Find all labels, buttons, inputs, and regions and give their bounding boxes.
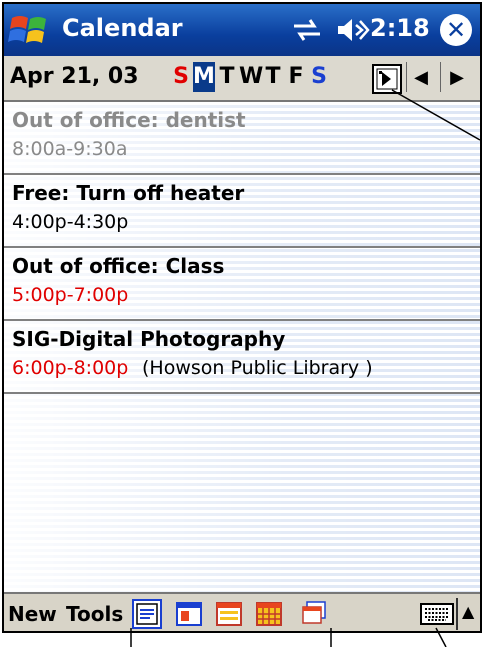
app-title: Calendar	[62, 14, 183, 42]
appointment-location: (Howson Public Library )	[142, 357, 373, 379]
day-thursday[interactable]: T	[262, 62, 284, 92]
date-navigation-bar: Apr 21, 03 S M T W T F S ◀ ▶	[4, 56, 480, 102]
title-bar: Calendar 2:18 ✕	[4, 4, 480, 56]
input-panel-toggle-button[interactable]: ▲	[462, 602, 474, 621]
tools-menu[interactable]: Tools	[66, 602, 123, 626]
list-item[interactable]: SIG-Digital Photography 6:00p-8:00p (How…	[4, 321, 480, 394]
go-to-today-icon	[376, 68, 398, 90]
month-view-icon	[256, 602, 282, 626]
day-view-button[interactable]	[174, 599, 204, 629]
agenda-view-button[interactable]	[132, 599, 162, 629]
volume-icon[interactable]	[336, 16, 370, 44]
year-view-icon	[302, 601, 326, 624]
year-view-button[interactable]	[298, 599, 328, 629]
day-monday-selected[interactable]: M	[193, 62, 215, 92]
agenda-view-icon	[136, 603, 158, 625]
week-day-strip: S M T W T F S	[170, 62, 331, 92]
clock[interactable]: 2:18	[370, 14, 430, 42]
day-friday[interactable]: F	[285, 62, 307, 92]
connectivity-icon[interactable]	[290, 16, 324, 44]
keyboard-icon[interactable]	[420, 602, 454, 626]
go-to-today-button[interactable]	[372, 64, 402, 94]
close-button[interactable]: ✕	[440, 14, 472, 46]
appointment-title: Out of office: Class	[12, 254, 225, 278]
list-item[interactable]: Out of office: Class 5:00p-7:00p	[4, 248, 480, 321]
appointment-time: 5:00p-7:00p	[12, 284, 129, 306]
appointment-title: Out of office: dentist	[12, 108, 246, 132]
appointment-time: 6:00p-8:00p	[12, 357, 129, 379]
day-tuesday[interactable]: T	[216, 62, 238, 92]
month-view-button[interactable]	[254, 599, 284, 629]
separator	[406, 62, 407, 92]
next-week-button[interactable]: ▶	[444, 64, 470, 92]
command-bar: New Tools ▲	[4, 592, 480, 631]
appointment-time: 4:00p-4:30p	[12, 211, 129, 233]
day-saturday[interactable]: S	[308, 62, 330, 92]
week-view-icon	[216, 602, 242, 626]
separator	[456, 598, 458, 630]
list-item[interactable]: Out of office: dentist 8:00a-9:30a	[4, 102, 480, 175]
previous-week-button[interactable]: ◀	[408, 64, 434, 92]
appointment-title: SIG-Digital Photography	[12, 327, 286, 351]
start-menu-windows-logo-icon[interactable]	[8, 10, 52, 50]
pocket-pc-screen: Calendar 2:18 ✕ Apr 21, 03 S M T W T F S	[2, 2, 482, 633]
current-date[interactable]: Apr 21, 03	[10, 64, 139, 89]
list-item[interactable]: Free: Turn off heater 4:00p-4:30p	[4, 175, 480, 248]
separator	[440, 62, 441, 92]
agenda-list[interactable]: Out of office: dentist 8:00a-9:30a Free:…	[4, 102, 480, 592]
day-wednesday[interactable]: W	[239, 62, 263, 92]
new-menu[interactable]: New	[8, 602, 57, 626]
appointment-time: 8:00a-9:30a	[12, 138, 128, 160]
day-view-icon	[176, 602, 202, 626]
appointment-title: Free: Turn off heater	[12, 181, 245, 205]
week-view-button[interactable]	[214, 599, 244, 629]
day-sunday[interactable]: S	[170, 62, 192, 92]
